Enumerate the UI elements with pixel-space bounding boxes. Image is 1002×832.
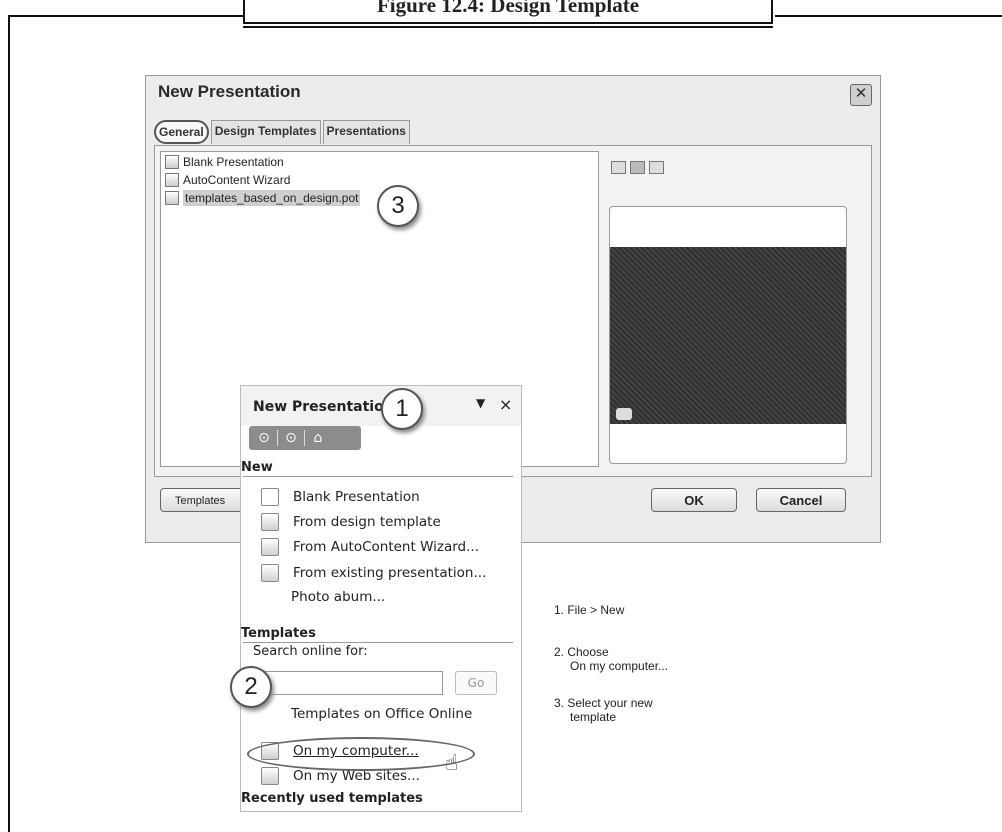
view-mode-icons [611, 161, 664, 174]
from-design-template-link[interactable]: From design template [261, 513, 441, 531]
cancel-button[interactable]: Cancel [756, 488, 846, 512]
back-icon[interactable]: ⊙ [253, 429, 275, 447]
close-icon[interactable]: ✕ [850, 84, 872, 106]
chevron-down-icon[interactable]: ▼ [476, 396, 485, 410]
templates-on-office-online-link[interactable]: Templates on Office Online [261, 706, 472, 722]
search-online-label: Search online for: [253, 644, 368, 659]
nav-separator [277, 430, 278, 446]
pane-item-label: Templates on Office Online [291, 706, 473, 722]
template-file-icon [165, 191, 179, 205]
search-input[interactable] [261, 671, 443, 695]
instruction-step-1: 1. File > New [554, 603, 625, 617]
forward-icon[interactable]: ⊙ [280, 429, 302, 447]
figure-caption: Figure 12.4: Design Template [243, 0, 773, 28]
new-presentation-task-pane: New Presentation ▼ × ⊙ ⊙ ⌂ New Blank Pre… [240, 385, 522, 812]
frame-top-left-line [8, 15, 244, 17]
home-icon[interactable]: ⌂ [307, 429, 329, 447]
pane-item-label: From AutoContent Wizard... [293, 539, 479, 555]
task-pane-nav: ⊙ ⊙ ⌂ [249, 426, 361, 450]
go-button[interactable]: Go [455, 671, 497, 695]
section-heading-recent: Recently used templates [241, 791, 423, 806]
frame-left-line [8, 15, 10, 832]
instruction-step-3-line-2: template [570, 710, 617, 724]
list-view-icon[interactable] [630, 161, 645, 174]
instruction-step-2-line-1: 2. Choose [554, 645, 609, 659]
pane-item-label: From design template [293, 514, 441, 530]
file-item-label: Blank Presentation [183, 155, 284, 169]
hand-cursor-icon: ☝ [445, 751, 459, 776]
nav-separator [304, 430, 305, 446]
photo-album-icon [261, 589, 277, 605]
blank-document-icon [261, 488, 279, 506]
callout-3: 3 [377, 185, 419, 227]
list-item-autocontent-wizard[interactable]: AutoContent Wizard [165, 172, 594, 188]
blank-presentation-link[interactable]: Blank Presentation [261, 488, 420, 506]
section-heading-new: New [241, 460, 273, 475]
section-divider [243, 642, 513, 643]
on-my-computer-highlight [247, 737, 475, 771]
wizard-file-icon [165, 173, 179, 187]
design-template-icon [261, 513, 279, 531]
presentation-file-icon [165, 155, 179, 169]
preview-logo-icon [616, 408, 632, 420]
wizard-icon [261, 538, 279, 556]
dialog-tabs: General Design Templates Presentations [154, 120, 412, 144]
file-item-label: AutoContent Wizard [183, 173, 291, 187]
web-folder-icon [261, 767, 279, 785]
details-view-icon[interactable] [649, 161, 664, 174]
list-item-blank-presentation[interactable]: Blank Presentation [165, 154, 594, 170]
tab-design-templates[interactable]: Design Templates [210, 120, 321, 144]
instruction-step-3-line-1: 3. Select your new [554, 696, 653, 710]
callout-2: 2 [230, 666, 272, 708]
ok-button[interactable]: OK [651, 488, 737, 512]
tab-presentations[interactable]: Presentations [322, 120, 410, 144]
task-pane-title: New Presentation [253, 399, 394, 415]
from-existing-presentation-link[interactable]: From existing presentation... [261, 564, 486, 582]
from-autocontent-wizard-link[interactable]: From AutoContent Wizard... [261, 538, 479, 556]
preview-image [610, 247, 846, 424]
dialog-title: New Presentation [158, 82, 301, 101]
section-heading-templates: Templates [241, 626, 316, 641]
instruction-step-2-line-2: On my computer... [570, 659, 669, 673]
callout-1: 1 [381, 388, 423, 430]
frame-top-right-line [775, 15, 1002, 17]
close-icon[interactable]: × [499, 395, 512, 414]
file-item-label: templates_based_on_design.pot [183, 190, 361, 206]
pane-item-label: Blank Presentation [293, 489, 420, 505]
template-preview [609, 206, 847, 464]
pane-item-label: From existing presentation... [293, 565, 487, 581]
photo-album-link[interactable]: Photo abum... [261, 589, 385, 605]
office-online-icon [261, 706, 277, 722]
tab-general[interactable]: General [154, 120, 209, 144]
pane-item-label: Photo abum... [291, 589, 386, 605]
large-icons-view-icon[interactable] [611, 161, 626, 174]
existing-presentation-icon [261, 564, 279, 582]
section-divider [243, 476, 513, 477]
